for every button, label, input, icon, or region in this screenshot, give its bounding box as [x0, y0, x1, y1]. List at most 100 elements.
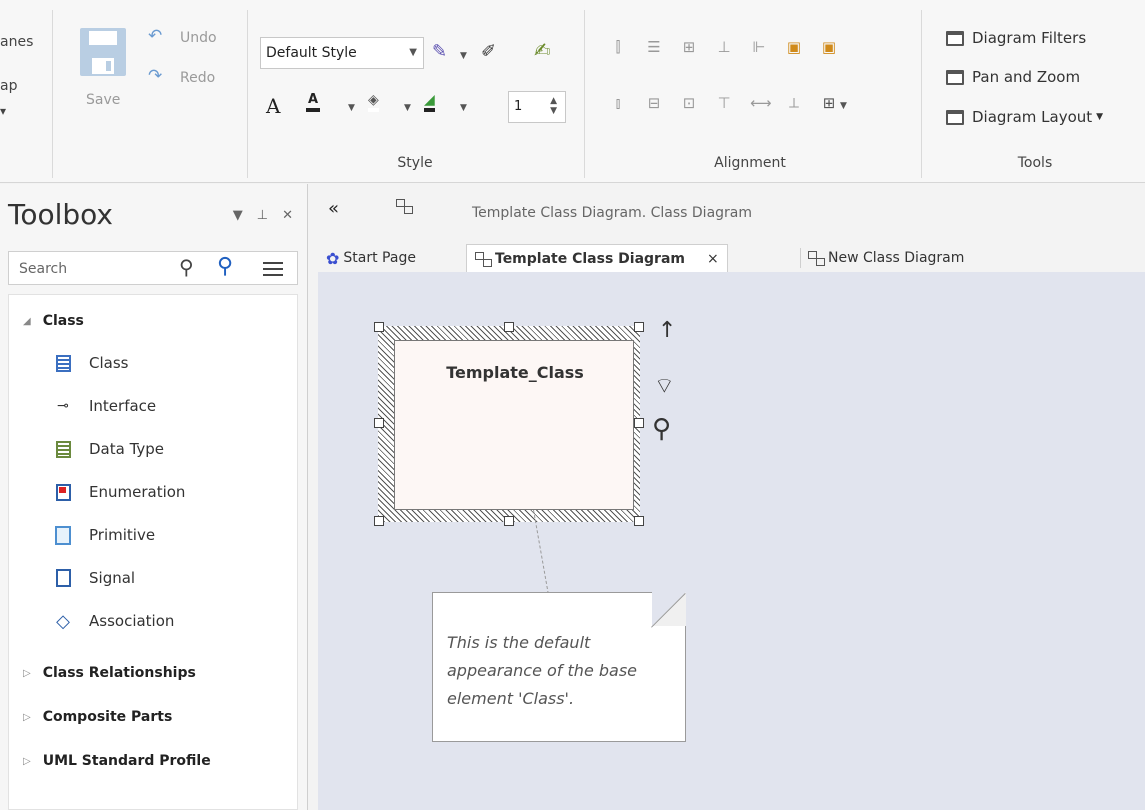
same-height-icon[interactable]: ⊞: [680, 38, 698, 56]
chevron-down-icon: ▼: [1096, 112, 1104, 122]
search-input[interactable]: Search: [19, 261, 67, 277]
format-painter-icon[interactable]: ✍: [534, 40, 551, 60]
toolbox-item[interactable]: ◇ Association: [53, 611, 175, 632]
diagram-layout-label: Diagram Layout: [972, 108, 1093, 126]
save-label: Save: [86, 92, 121, 108]
resize-handle[interactable]: [634, 516, 644, 526]
diagram-icon: [396, 198, 413, 217]
collapsed-icon: ▷: [23, 711, 31, 723]
pan-zoom-button[interactable]: Pan and Zoom: [946, 68, 1080, 86]
toolbox-category[interactable]: ▷ UML Standard Profile: [23, 753, 211, 769]
redo-label: Redo: [180, 70, 216, 86]
zoom-icon[interactable]: ⚲: [652, 414, 671, 444]
diagram-filters-button[interactable]: Diagram Filters: [946, 29, 1086, 47]
chevron-down-icon[interactable]: ▼: [840, 98, 847, 114]
resize-handle[interactable]: [374, 516, 384, 526]
diagram-caption-bar: « Template Class Diagram. Class Diagram: [318, 184, 1145, 232]
menu-icon[interactable]: [263, 262, 283, 276]
font-icon[interactable]: A: [266, 96, 280, 116]
space-evenly-icon[interactable]: ⊟: [645, 94, 663, 112]
align-left-icon[interactable]: ⫿: [609, 38, 627, 56]
find-icon[interactable]: ⚲: [217, 254, 233, 279]
template-class-element[interactable]: Template_Class: [394, 340, 634, 510]
tools-group-label: Tools: [1017, 155, 1053, 171]
toolbox-item[interactable]: Primitive: [53, 525, 155, 545]
toolbox-item[interactable]: Data Type: [53, 439, 164, 459]
data-type-icon: [55, 440, 71, 458]
class-icon: [55, 354, 71, 372]
line-width-spinner[interactable]: 1 ▲ ▼: [508, 91, 566, 123]
style-combo[interactable]: Default Style ▼: [260, 37, 424, 69]
tab-template-class-diagram[interactable]: Template Class Diagram ×: [466, 244, 728, 272]
resize-handle[interactable]: [634, 322, 644, 332]
ribbon-fragment-dropdown-icon[interactable]: ▾: [0, 104, 6, 118]
category-label: Composite Parts: [42, 709, 173, 725]
resize-handle[interactable]: [504, 322, 514, 332]
vertical-space-icon[interactable]: ⟂: [785, 94, 803, 112]
resize-handle[interactable]: [504, 516, 514, 526]
chevron-down-icon[interactable]: ▼: [460, 100, 467, 116]
chevron-down-icon[interactable]: ▼: [404, 100, 411, 116]
close-icon[interactable]: ✕: [282, 208, 293, 223]
chevron-down-icon[interactable]: ▼: [460, 48, 467, 64]
send-to-back-icon[interactable]: ▣: [820, 38, 838, 56]
resize-handle[interactable]: [634, 418, 644, 428]
collapsed-icon: ▷: [23, 755, 31, 767]
search-icon[interactable]: ⚲: [179, 255, 194, 279]
tab-label: Start Page: [343, 250, 416, 266]
font-color-icon[interactable]: A: [306, 92, 321, 112]
format-brush-icon[interactable]: ⌔: [654, 372, 675, 400]
toolbox-category[interactable]: ◢ Class: [23, 313, 84, 329]
eyedropper-icon[interactable]: ✐: [481, 43, 496, 61]
align-center-icon[interactable]: ⊥: [715, 38, 733, 56]
spinner-arrows-icon[interactable]: ▲ ▼: [550, 96, 557, 116]
toolbox-item[interactable]: Class: [53, 353, 128, 373]
horizontal-space-icon[interactable]: ⟷: [750, 94, 772, 112]
same-width-icon[interactable]: ⊡: [680, 94, 698, 112]
align-middle-icon[interactable]: ⊩: [750, 38, 768, 56]
diagram-layout-button[interactable]: Diagram Layout ▼: [946, 108, 1103, 126]
note-connector: [533, 510, 564, 594]
quick-linker-arrow-icon[interactable]: ↑: [658, 318, 676, 343]
toolbox-item[interactable]: Signal: [53, 568, 135, 588]
align-right-icon[interactable]: ⫾: [609, 94, 627, 112]
ribbon-map-fragment[interactable]: ap: [0, 78, 17, 94]
toolbox-category[interactable]: ▷ Class Relationships: [23, 665, 196, 681]
toolbox-item[interactable]: Enumeration: [53, 482, 185, 502]
bring-to-front-icon[interactable]: ▣: [785, 38, 803, 56]
start-page-icon: ✿: [326, 248, 340, 268]
toolbox-category[interactable]: ▷ Composite Parts: [23, 709, 172, 725]
ribbon-separator: [921, 10, 922, 178]
interface-icon: ⊸: [57, 398, 69, 414]
tab-start-page[interactable]: ✿ Start Page: [326, 244, 416, 272]
close-icon[interactable]: ×: [707, 251, 719, 267]
element-name: Template_Class: [446, 363, 584, 382]
dropdown-icon[interactable]: ▼: [233, 208, 243, 223]
toolbox-item[interactable]: ⊸ Interface: [53, 396, 156, 416]
ribbon-separator: [247, 10, 248, 178]
toolbox-item-label: Enumeration: [89, 483, 186, 501]
ribbon-panes-fragment[interactable]: anes: [0, 34, 33, 50]
toolbox-item-label: Signal: [89, 569, 136, 587]
collapse-panel-icon[interactable]: «: [328, 198, 339, 219]
toolbox-item-label: Association: [89, 612, 175, 630]
pin-icon[interactable]: ⊥: [257, 208, 268, 223]
tab-new-class-diagram[interactable]: New Class Diagram: [808, 244, 964, 272]
window-icon: [946, 69, 964, 85]
align-top-icon[interactable]: ☰: [645, 38, 663, 56]
note-element[interactable]: This is the default appearance of the ba…: [432, 592, 686, 742]
diagram-canvas[interactable]: Template_Class ↑ ⌔ ⚲ This is the default…: [318, 272, 1145, 810]
align-bottom-icon[interactable]: ⊤: [715, 94, 733, 112]
resize-handle[interactable]: [374, 322, 384, 332]
line-color-icon[interactable]: ◢: [424, 92, 435, 112]
grid-icon[interactable]: ⊞: [820, 94, 838, 112]
fill-color-icon[interactable]: ◈: [368, 92, 379, 112]
resize-handle[interactable]: [374, 418, 384, 428]
diagram-caption: Template Class Diagram. Class Diagram: [472, 205, 753, 221]
window-icon: [946, 30, 964, 46]
toolbox-search[interactable]: Search ⚲ ⚲: [8, 251, 298, 285]
chevron-down-icon[interactable]: ▼: [348, 100, 355, 116]
apply-style-icon[interactable]: ✎: [432, 43, 447, 61]
toolbox-item-label: Primitive: [89, 526, 156, 544]
toolbox-title: Toolbox: [8, 198, 113, 231]
